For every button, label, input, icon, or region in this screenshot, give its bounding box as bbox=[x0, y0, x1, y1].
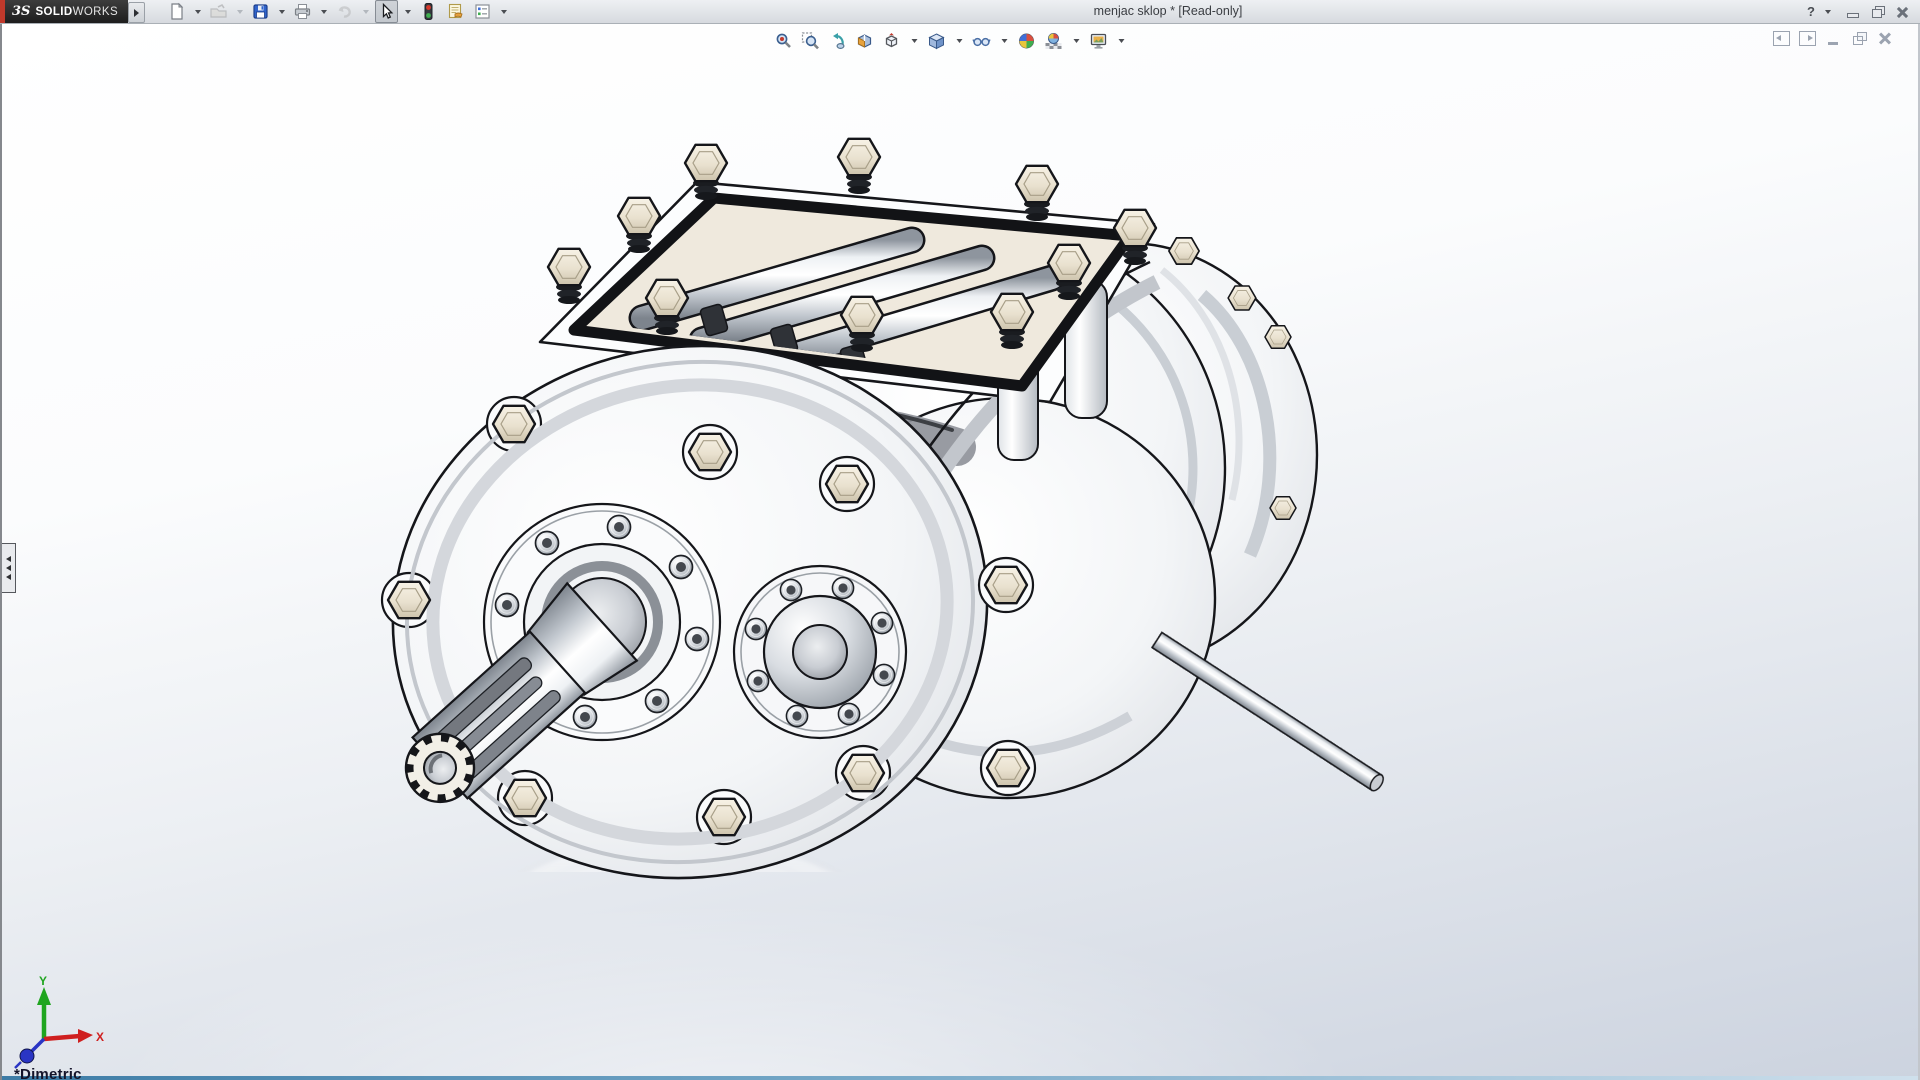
brand-name-light: WORKS bbox=[73, 6, 118, 18]
expand-pane-right-button[interactable] bbox=[1799, 31, 1816, 46]
save-floppy-icon bbox=[251, 2, 270, 21]
y-axis-arrow-icon bbox=[37, 987, 51, 1005]
x-axis-arrow-icon bbox=[78, 1029, 93, 1043]
collapse-pane-left-button[interactable] bbox=[1773, 31, 1790, 46]
close-button[interactable] bbox=[1894, 4, 1912, 20]
flyout-arrow-icon bbox=[134, 9, 139, 17]
restore-button[interactable] bbox=[1869, 4, 1887, 20]
open-folder-icon bbox=[209, 2, 228, 21]
zoom-to-fit-button[interactable] bbox=[774, 30, 794, 52]
color-sphere-icon bbox=[1018, 32, 1036, 50]
view-orientation-dropdown[interactable] bbox=[912, 39, 918, 43]
gearbox-reflection bbox=[351, 787, 1386, 1080]
file-properties-button[interactable] bbox=[444, 0, 467, 23]
view-orientation-label: *Dimetric bbox=[14, 1066, 82, 1080]
view-settings-dropdown[interactable] bbox=[1119, 39, 1125, 43]
reference-triad: Y X bbox=[8, 975, 108, 1075]
options-list-icon bbox=[473, 2, 492, 21]
viewport-bottom-border bbox=[2, 1076, 1918, 1080]
display-style-dropdown[interactable] bbox=[957, 39, 963, 43]
magnifier-area-icon bbox=[802, 32, 820, 50]
zoom-to-area-button[interactable] bbox=[801, 30, 821, 52]
title-bar: 3S SOLIDWORKS bbox=[0, 0, 1920, 24]
new-dropdown-arrow[interactable] bbox=[195, 10, 201, 14]
y-axis-label: Y bbox=[39, 975, 47, 988]
select-button[interactable] bbox=[375, 0, 398, 23]
print-button[interactable] bbox=[291, 0, 314, 23]
select-cursor-icon bbox=[377, 2, 396, 21]
hide-show-items-button[interactable] bbox=[972, 30, 992, 52]
restore-document-button[interactable] bbox=[1851, 31, 1868, 46]
scene-sphere-icon bbox=[1045, 32, 1063, 50]
eyeglasses-icon bbox=[973, 32, 991, 50]
gearbox-3d-model[interactable] bbox=[2, 0, 1920, 1080]
3ds-logo-glyph: 3S bbox=[12, 4, 30, 19]
display-style-button[interactable] bbox=[927, 30, 947, 52]
gearbox-body[interactable] bbox=[351, 139, 1386, 925]
minimize-icon bbox=[1847, 13, 1859, 18]
magnifier-fit-icon bbox=[775, 32, 793, 50]
view-settings-button[interactable] bbox=[1089, 30, 1109, 52]
options-button[interactable] bbox=[471, 0, 494, 23]
undo-arrow-icon bbox=[335, 2, 354, 21]
hide-show-items-dropdown[interactable] bbox=[1002, 39, 1008, 43]
minimize-document-button[interactable] bbox=[1825, 31, 1842, 46]
help-dropdown-arrow[interactable] bbox=[1825, 10, 1831, 14]
solidworks-window: 3S SOLIDWORKS bbox=[0, 0, 1920, 1080]
document-window-controls bbox=[1773, 31, 1894, 46]
help-button[interactable]: ? bbox=[1807, 4, 1815, 19]
x-axis-label: X bbox=[96, 1030, 104, 1044]
select-dropdown-arrow[interactable] bbox=[405, 10, 411, 14]
new-document-button[interactable] bbox=[165, 0, 188, 23]
printer-icon bbox=[293, 2, 312, 21]
solidworks-logo: 3S SOLIDWORKS bbox=[5, 0, 128, 23]
apply-scene-dropdown[interactable] bbox=[1074, 39, 1080, 43]
graphics-viewport[interactable]: Y X *Dimetric bbox=[0, 23, 1920, 1080]
previous-view-button[interactable] bbox=[828, 30, 848, 52]
note-hand-icon bbox=[446, 2, 465, 21]
traffic-light-icon bbox=[419, 2, 438, 21]
view-cube-icon bbox=[883, 32, 901, 50]
main-toolbar bbox=[165, 1, 509, 22]
brand-name-bold: SOLID bbox=[35, 6, 72, 18]
save-dropdown-arrow[interactable] bbox=[279, 10, 285, 14]
z-axis-sphere-icon bbox=[20, 1049, 34, 1063]
undo-dropdown-arrow bbox=[363, 10, 369, 14]
minimize-document-icon bbox=[1828, 42, 1838, 45]
section-view-button[interactable] bbox=[855, 30, 875, 52]
apply-scene-button[interactable] bbox=[1044, 30, 1064, 52]
save-button[interactable] bbox=[249, 0, 272, 23]
undo-button bbox=[333, 0, 356, 23]
menu-flyout-button[interactable] bbox=[128, 2, 145, 23]
previous-view-icon bbox=[829, 32, 847, 50]
section-cut-icon bbox=[856, 32, 874, 50]
minimize-button[interactable] bbox=[1844, 4, 1862, 20]
options-dropdown-arrow[interactable] bbox=[501, 10, 507, 14]
feature-manager-collapsed-tab[interactable] bbox=[2, 543, 16, 593]
print-dropdown-arrow[interactable] bbox=[321, 10, 327, 14]
pane-right-arrow-icon bbox=[1808, 35, 1813, 41]
window-controls: ? bbox=[1807, 0, 1912, 23]
heads-up-view-toolbar bbox=[774, 30, 1127, 52]
new-document-icon bbox=[167, 2, 186, 21]
edit-appearance-button[interactable] bbox=[1017, 30, 1037, 52]
shaded-cube-icon bbox=[928, 32, 946, 50]
pane-left-arrow-icon bbox=[1776, 35, 1781, 41]
open-button bbox=[207, 0, 230, 23]
monitor-image-icon bbox=[1090, 32, 1108, 50]
open-dropdown-arrow bbox=[237, 10, 243, 14]
document-title: menjac sklop * [Read-only] bbox=[1094, 4, 1243, 18]
collapse-arrow-icon bbox=[6, 556, 11, 562]
view-orientation-button[interactable] bbox=[882, 30, 902, 52]
rebuild-button[interactable] bbox=[417, 0, 440, 23]
close-document-button[interactable] bbox=[1877, 31, 1894, 46]
